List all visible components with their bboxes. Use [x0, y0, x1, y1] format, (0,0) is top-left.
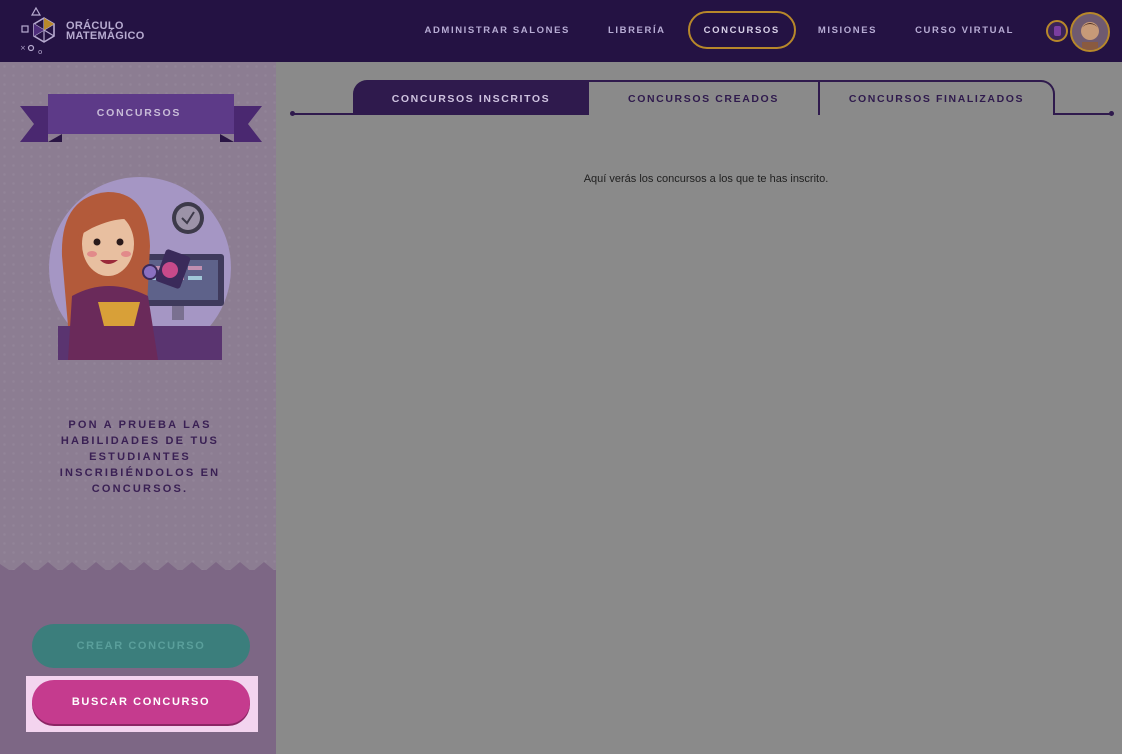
- section-ribbon-banner: [20, 94, 262, 142]
- oraculo-logo-icon: o ×: [20, 6, 55, 56]
- user-avatar[interactable]: [1070, 12, 1110, 52]
- section-title: CONCURSOS: [96, 107, 182, 119]
- nav-administrar-salones[interactable]: ADMINISTRAR SALONES: [409, 11, 586, 49]
- baseline-left-dot: [290, 111, 295, 116]
- tab-concursos-creados[interactable]: CONCURSOS CREADOS: [587, 80, 820, 115]
- notification-button[interactable]: [1046, 20, 1068, 42]
- potion-icon: [1054, 26, 1061, 36]
- brand-name: ORÁCULO MATEMÁGICO: [66, 21, 146, 42]
- sidebar-tagline: PON A PRUEBA LAS HABILIDADES DE TUS ESTU…: [59, 419, 221, 495]
- app-logo[interactable]: o × ORÁCULO MATEMÁGICO: [18, 6, 144, 56]
- zigzag-divider: [0, 562, 276, 580]
- nav-libreria[interactable]: LIBRERÍA: [592, 11, 682, 49]
- tab-concursos-inscritos[interactable]: CONCURSOS INSCRITOS: [353, 80, 589, 115]
- tab-concursos-finalizados[interactable]: CONCURSOS FINALIZADOS: [818, 80, 1055, 115]
- empty-state-message: Aquí verás los concursos a los que te ha…: [583, 173, 829, 185]
- teacher-illustration: [49, 177, 231, 360]
- nav-curso-virtual[interactable]: CURSO VIRTUAL: [899, 11, 1030, 49]
- svg-text:×: ×: [20, 44, 26, 52]
- main-nav: ADMINISTRAR SALONES LIBRERÍA CONCURSOS M…: [409, 10, 1030, 50]
- create-contest-button[interactable]: CREAR CONCURSO: [32, 624, 250, 668]
- brand-line-2: MATEMÁGICO: [66, 30, 145, 42]
- contest-tabs: CONCURSOS INSCRITOS CONCURSOS CREADOS CO…: [353, 80, 1055, 115]
- top-navigation-bar: o × ORÁCULO MATEMÁGICO ADMINISTRAR SALON…: [0, 0, 1122, 62]
- svg-text:o: o: [38, 48, 42, 56]
- nav-misiones[interactable]: MISIONES: [802, 11, 893, 49]
- nav-concursos[interactable]: CONCURSOS: [687, 11, 796, 49]
- baseline-right-dot: [1109, 111, 1114, 116]
- avatar-face-icon: [1072, 14, 1108, 50]
- search-contest-button[interactable]: BUSCAR CONCURSO: [32, 680, 250, 724]
